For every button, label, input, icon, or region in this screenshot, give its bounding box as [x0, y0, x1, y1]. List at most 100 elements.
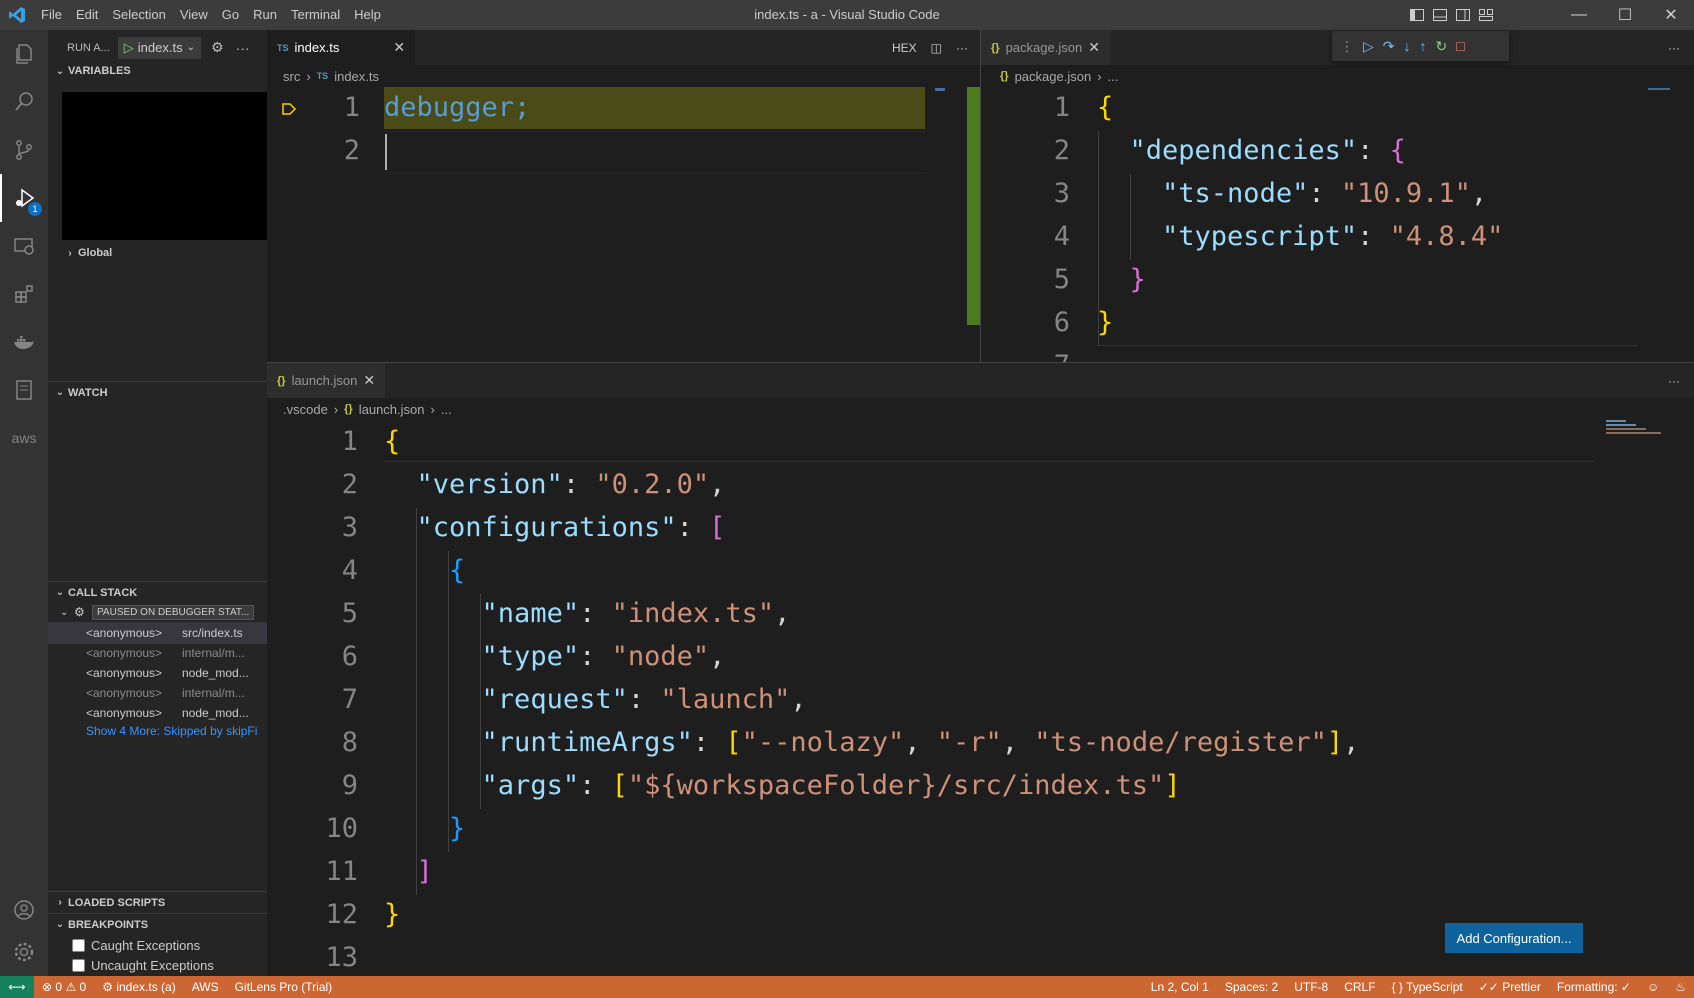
formatting-status[interactable]: Formatting: ✓	[1549, 980, 1639, 994]
run-debug-title: RUN A...	[67, 41, 110, 54]
minimize-icon[interactable]: —	[1556, 0, 1602, 30]
close-tab-icon[interactable]: ✕	[1088, 39, 1100, 56]
step-into-icon[interactable]: ↓	[1404, 38, 1411, 54]
caught-exceptions-checkbox[interactable]	[72, 938, 85, 952]
prettier-status[interactable]: ✓✓ Prettier	[1471, 980, 1549, 994]
restart-icon[interactable]: ↻	[1436, 38, 1448, 55]
open-launch-json-gear-icon[interactable]: ⚙	[211, 39, 224, 56]
show-more-frames-link[interactable]: Show 4 More: Skipped by skipFi	[86, 724, 267, 738]
more-actions-icon[interactable]: ···	[236, 40, 250, 56]
cursor-line	[384, 461, 1594, 462]
add-configuration-button[interactable]: Add Configuration...	[1445, 923, 1583, 953]
remote-indicator-icon[interactable]: ⟷	[0, 976, 34, 998]
step-over-icon[interactable]: ↷	[1383, 38, 1395, 55]
extensions-icon[interactable]	[0, 270, 48, 318]
explorer-icon[interactable]	[0, 30, 48, 78]
close-tab-icon[interactable]: ✕	[363, 372, 375, 389]
notifications-bell-icon[interactable]: ♨	[1667, 980, 1694, 994]
tab-package-json[interactable]: {} package.json ✕	[981, 30, 1110, 65]
maximize-icon[interactable]: ☐	[1602, 0, 1648, 30]
toggle-primary-sidebar-icon[interactable]	[1409, 7, 1425, 23]
watch-section-header[interactable]: ⌄ WATCH	[48, 381, 267, 403]
more-actions-icon[interactable]: ···	[1668, 374, 1680, 388]
step-out-icon[interactable]: ↑	[1420, 38, 1427, 54]
scrollbar-slider[interactable]	[967, 87, 980, 325]
stop-icon[interactable]: □	[1456, 38, 1464, 54]
language-mode[interactable]: { } TypeScript	[1384, 980, 1471, 994]
menu-file[interactable]: File	[34, 0, 69, 30]
stack-frame[interactable]: <anonymous> internal/m...	[48, 642, 267, 664]
uncaught-exceptions-row[interactable]: Uncaught Exceptions	[72, 954, 214, 976]
menu-selection[interactable]: Selection	[105, 0, 172, 30]
chevron-down-icon: ⌄	[55, 587, 65, 598]
breadcrumb-folder[interactable]: src	[283, 69, 300, 84]
manage-gear-icon[interactable]	[0, 928, 48, 976]
tab-launch-json[interactable]: {} launch.json ✕	[267, 363, 386, 398]
tab-label: launch.json	[291, 373, 358, 388]
aws-status[interactable]: AWS	[184, 980, 227, 994]
editor-divider[interactable]	[980, 30, 981, 362]
debug-toolbar: ⋮ ▷ ↷ ↓ ↑ ↻ □	[1332, 31, 1509, 61]
indentation[interactable]: Spaces: 2	[1217, 980, 1286, 994]
more-actions-icon[interactable]: ···	[956, 41, 968, 55]
start-debug-icon[interactable]: ▷	[124, 40, 134, 56]
split-editor-icon[interactable]: ◫	[931, 41, 942, 55]
minimap[interactable]	[1606, 420, 1666, 444]
menu-view[interactable]: View	[173, 0, 215, 30]
menu-go[interactable]: Go	[215, 0, 246, 30]
continue-icon[interactable]: ▷	[1363, 38, 1374, 55]
loaded-scripts-section-header[interactable]: › LOADED SCRIPTS	[48, 891, 267, 913]
stack-frame[interactable]: <anonymous> internal/m...	[48, 682, 267, 704]
run-debug-icon[interactable]: 1	[0, 174, 48, 222]
toggle-panel-icon[interactable]	[1432, 7, 1448, 23]
minimap[interactable]	[1648, 88, 1670, 98]
notebook-icon[interactable]	[0, 366, 48, 414]
stack-frame[interactable]: <anonymous> src/index.ts	[48, 622, 267, 644]
drag-handle-icon[interactable]: ⋮	[1340, 38, 1354, 55]
line-number: 1	[343, 92, 360, 123]
breadcrumb-file[interactable]: package.json	[1015, 69, 1092, 84]
menu-edit[interactable]: Edit	[69, 0, 105, 30]
stack-frame[interactable]: <anonymous> node_mod...	[48, 702, 267, 724]
cursor-position[interactable]: Ln 2, Col 1	[1143, 980, 1217, 994]
menu-run[interactable]: Run	[246, 0, 284, 30]
more-actions-icon[interactable]: ···	[1668, 41, 1680, 55]
launch-config-name: index.ts	[137, 40, 183, 55]
gitlens-status[interactable]: GitLens Pro (Trial)	[227, 980, 341, 994]
close-window-icon[interactable]: ✕	[1648, 0, 1694, 30]
caught-exceptions-row[interactable]: Caught Exceptions	[72, 934, 200, 956]
accounts-icon[interactable]	[0, 886, 48, 934]
breadcrumb-more[interactable]: ...	[441, 402, 452, 417]
launch-config-select[interactable]: ▷ index.ts ⌄	[117, 36, 201, 59]
feedback-icon[interactable]: ☺	[1639, 980, 1667, 994]
stack-frame[interactable]: <anonymous> node_mod...	[48, 662, 267, 684]
remote-explorer-icon[interactable]	[0, 222, 48, 270]
menu-help[interactable]: Help	[347, 0, 388, 30]
breadcrumb-file[interactable]: launch.json	[359, 402, 425, 417]
breadcrumb-file[interactable]: index.ts	[334, 69, 379, 84]
callstack-section-header[interactable]: ⌄ CALL STACK	[48, 581, 267, 603]
hex-editor-button[interactable]: HEX	[892, 41, 917, 55]
end-of-line[interactable]: CRLF	[1336, 980, 1383, 994]
breadcrumb-folder[interactable]: .vscode	[283, 402, 328, 417]
breakpoints-section-header[interactable]: ⌄ BREAKPOINTS	[48, 913, 267, 935]
variables-section-header[interactable]: ⌄ VARIABLES	[48, 60, 267, 82]
uncaught-exceptions-checkbox[interactable]	[72, 958, 85, 972]
docker-icon[interactable]	[0, 318, 48, 366]
debug-target-indicator[interactable]: ⚙ index.ts (a)	[94, 980, 183, 994]
minimap[interactable]	[935, 88, 945, 91]
cursor-line	[384, 131, 925, 173]
breadcrumb-more[interactable]: ...	[1108, 69, 1119, 84]
aws-icon[interactable]: aws	[0, 414, 48, 462]
source-control-icon[interactable]	[0, 126, 48, 174]
toggle-secondary-sidebar-icon[interactable]	[1455, 7, 1471, 23]
tab-index-ts[interactable]: TS index.ts ✕	[267, 30, 416, 65]
search-icon[interactable]	[0, 78, 48, 126]
customize-layout-icon[interactable]	[1478, 7, 1494, 23]
close-tab-icon[interactable]: ✕	[393, 39, 405, 56]
encoding[interactable]: UTF-8	[1286, 980, 1336, 994]
menu-terminal[interactable]: Terminal	[284, 0, 347, 30]
callstack-thread[interactable]: ⌄ ⚙ PAUSED ON DEBUGGER STAT...	[48, 601, 267, 623]
variables-global-scope[interactable]: › Global	[62, 242, 112, 264]
problems-indicator[interactable]: ⊗ 0 ⚠ 0	[34, 980, 94, 994]
